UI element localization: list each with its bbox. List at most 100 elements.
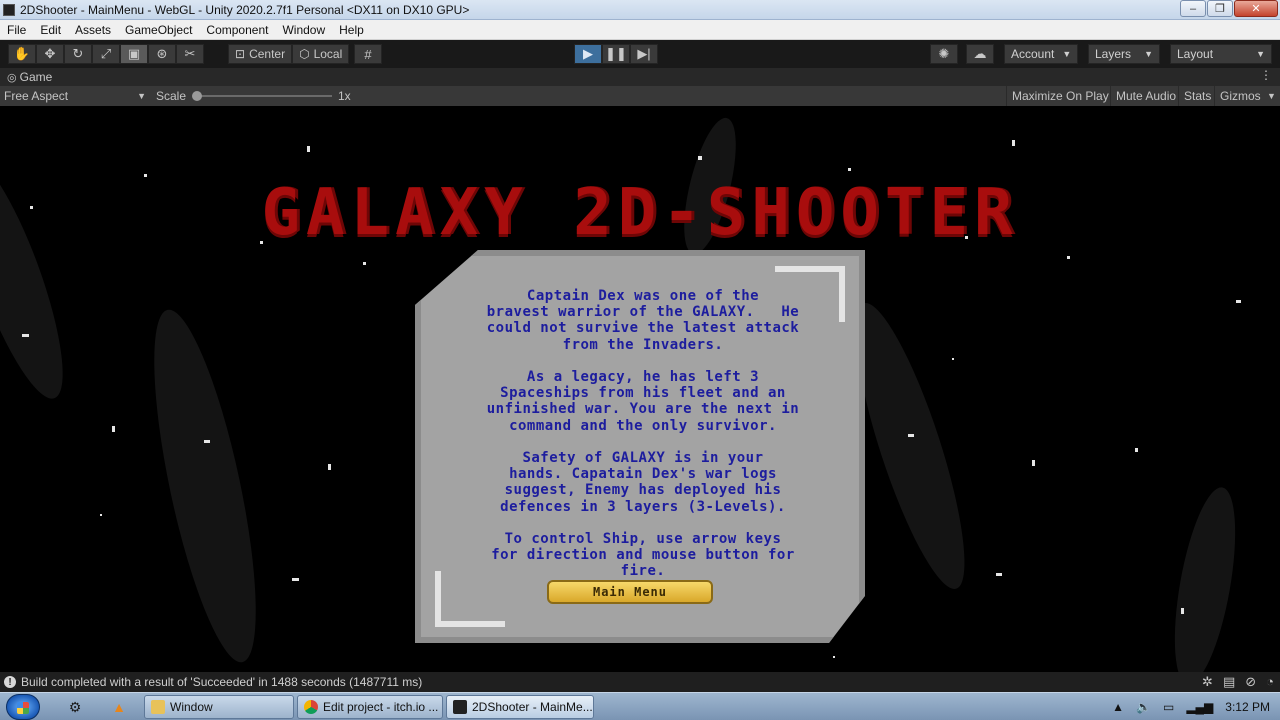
star [698, 156, 702, 160]
grid-snap-group: # [354, 44, 382, 64]
grid-snap-icon[interactable]: # [354, 44, 382, 64]
menu-edit[interactable]: Edit [33, 23, 68, 37]
star [112, 426, 115, 432]
menu-component[interactable]: Component [199, 23, 275, 37]
chevron-down-icon: ▼ [137, 91, 146, 101]
transform-tool-icon[interactable]: ⊛ [148, 44, 176, 64]
folder-icon [151, 700, 165, 714]
account-label: Account [1011, 47, 1055, 61]
menu-gameobject[interactable]: GameObject [118, 23, 199, 37]
clock[interactable]: 3:12 PM [1225, 700, 1270, 714]
main-menu-button[interactable]: Main Menu [547, 580, 713, 604]
star [1067, 256, 1070, 259]
cube-icon: ⬡ [299, 47, 310, 61]
services-group: ✺ [930, 44, 958, 64]
star [1181, 608, 1184, 614]
scale-tool-icon[interactable]: ⤢ [92, 44, 120, 64]
pivot-icon: ⊡ [235, 47, 246, 61]
menu-window[interactable]: Window [275, 23, 332, 37]
pivot-local-button[interactable]: ⬡ Local [292, 44, 350, 64]
unity-icon [453, 700, 467, 714]
gizmos-dropdown-icon[interactable]: ▼ [1262, 86, 1280, 106]
aspect-label: Free Aspect [4, 89, 69, 103]
scale-slider-handle[interactable] [192, 91, 202, 101]
move-tool-icon[interactable]: ✥ [36, 44, 64, 64]
background-streak [133, 302, 277, 670]
star [204, 440, 210, 443]
start-button[interactable] [6, 694, 40, 720]
star [292, 578, 299, 581]
rect-tool-icon[interactable]: ▣ [120, 44, 148, 64]
custom-tool-icon[interactable]: ✂ [176, 44, 204, 64]
pause-button[interactable]: ❚❚ [602, 44, 630, 64]
network-icon[interactable]: ▂▄▆ [1186, 700, 1213, 714]
menu-help[interactable]: Help [332, 23, 371, 37]
star [363, 262, 366, 265]
scale-value: 1x [338, 89, 351, 103]
console-status-bar[interactable]: ! Build completed with a result of 'Succ… [0, 672, 1280, 692]
stats-toggle[interactable]: Stats [1178, 86, 1216, 106]
no-entry-icon[interactable]: ⊘ [1245, 674, 1256, 690]
star [1012, 140, 1015, 146]
pivot-label: Center [249, 47, 286, 61]
tray-expand-icon[interactable]: ▲ [1112, 700, 1124, 714]
battery-icon[interactable]: ▭ [1163, 700, 1174, 714]
gamepad-icon: ◎ [7, 71, 17, 84]
menu-file[interactable]: File [0, 23, 33, 37]
background-streak [1163, 483, 1247, 672]
menu-assets[interactable]: Assets [68, 23, 118, 37]
hand-tool-icon[interactable]: ✋ [8, 44, 36, 64]
aspect-dropdown[interactable]: Free Aspect ▼ [0, 86, 150, 106]
maximize-button[interactable]: ❐ [1207, 0, 1233, 17]
scale-slider-track[interactable] [194, 95, 332, 97]
star [307, 146, 310, 152]
playback-controls: ▶ ❚❚ ▶| [574, 44, 658, 64]
mute-audio-toggle[interactable]: Mute Audio [1110, 86, 1181, 106]
layout-dropdown[interactable]: Layout ▼ [1170, 44, 1272, 64]
game-view[interactable]: GALAXY 2D-SHOOTER Captain Dex was one of… [0, 106, 1280, 672]
cloud-group: ☁ [966, 44, 994, 64]
taskbar-item-chrome[interactable]: Edit project - itch.io ... [297, 695, 443, 719]
star [1032, 460, 1035, 466]
progress-icon[interactable]: ◔ [1266, 674, 1274, 690]
cloud-icon[interactable]: ☁ [966, 44, 994, 64]
play-button[interactable]: ▶ [574, 44, 602, 64]
transform-tools: ✋ ✥ ↻ ⤢ ▣ ⊛ ✂ [8, 44, 204, 64]
chrome-icon [304, 700, 318, 714]
game-tab[interactable]: ◎ Game ⋮ [0, 68, 1280, 86]
pivot-controls: ⊡ Center ⬡ Local [228, 44, 350, 64]
star [328, 464, 331, 470]
star [1135, 448, 1138, 452]
layers-dropdown[interactable]: Layers ▼ [1088, 44, 1160, 64]
status-icons: ✲ ▤ ⊘ ◔ [1202, 674, 1274, 690]
gizmos-toggle[interactable]: Gizmos [1214, 86, 1266, 106]
volume-icon[interactable]: 🔈 [1136, 700, 1151, 714]
cache-icon[interactable]: ▤ [1223, 674, 1235, 690]
pivot-center-button[interactable]: ⊡ Center [228, 44, 293, 64]
scale-label: Scale [156, 89, 187, 103]
account-dropdown[interactable]: Account ▼ [1004, 44, 1078, 64]
unity-app-icon [3, 3, 15, 16]
layers-label: Layers [1095, 47, 1132, 61]
tab-menu-icon[interactable]: ⋮ [1260, 68, 1272, 82]
star [952, 358, 954, 360]
chevron-down-icon: ▼ [1062, 49, 1072, 59]
collab-icon[interactable]: ✺ [930, 44, 958, 64]
star [848, 168, 851, 171]
taskbar-item-unity[interactable]: 2DShooter - MainMe... [446, 695, 594, 719]
maximize-on-play-toggle[interactable]: Maximize On Play [1006, 86, 1114, 106]
star [908, 434, 914, 437]
rotate-tool-icon[interactable]: ↻ [64, 44, 92, 64]
bug-icon[interactable]: ✲ [1202, 674, 1213, 690]
windows-taskbar: ⚙ ▲ Window Edit project - itch.io ... 2D… [0, 692, 1280, 720]
taskbar-label: Edit project - itch.io ... [323, 700, 439, 714]
star [996, 573, 1002, 576]
step-button[interactable]: ▶| [630, 44, 658, 64]
vlc-quicklaunch-icon[interactable]: ▲ [110, 698, 128, 716]
close-button[interactable]: ✕ [1234, 0, 1278, 17]
minimize-button[interactable]: ‒ [1180, 0, 1206, 17]
space-label: Local [313, 47, 343, 61]
settings-quicklaunch-icon[interactable]: ⚙ [66, 698, 84, 716]
taskbar-item-window[interactable]: Window [144, 695, 294, 719]
star [833, 656, 835, 658]
